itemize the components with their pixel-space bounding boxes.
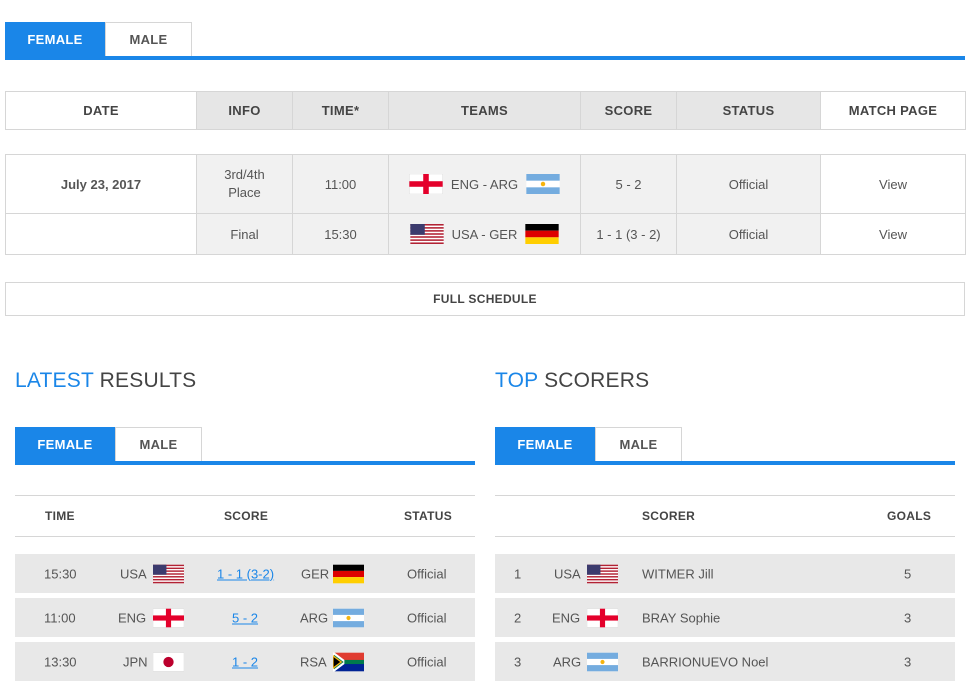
main-gender-tabs: FEMALE MALE [5,22,965,60]
south-africa-flag-icon [333,652,364,671]
england-flag-icon [587,608,618,627]
top-scorers-title: TOP SCORERS [495,369,649,393]
scorer-goals: 5 [904,566,912,581]
match-score-link[interactable]: 5 - 2 [580,154,677,214]
match-score-link[interactable]: 1 - 1 (3 - 2) [580,213,677,255]
result-score-link[interactable]: 5 - 2 [232,610,258,625]
col-goals: GOALS [887,509,932,523]
match-status: Official [676,154,821,214]
col-score[interactable]: SCORE [580,91,677,130]
col-status[interactable]: STATUS [676,91,821,130]
scorer-name: WITMER Jill [642,566,714,581]
match-info: 3rd/4th Place [196,154,293,214]
result-score-link[interactable]: 1 - 1 (3-2) [217,566,274,581]
table-row[interactable]: 13:30 JPN 1 - 2 RSA Official [15,642,475,681]
tab-female[interactable]: FEMALE [5,22,105,56]
col-time[interactable]: TIME* [292,91,389,130]
latest-title-highlight: LATEST [15,369,94,392]
usa-flag-icon [587,564,618,583]
scorer-name: BRAY Sophie [642,610,721,625]
table-row: Final 15:30 USA - GER 1 - 1 (3 - 2) Offi… [5,213,966,255]
germany-flag-icon [333,564,364,583]
scorers-gender-tabs: FEMALE MALE [495,427,955,465]
match-date-empty [5,213,197,255]
match-date: July 23, 2017 [5,154,197,214]
col-scorer: SCORER [642,509,696,523]
table-row: July 23, 2017 3rd/4th Place 11:00 ENG - … [5,154,966,214]
scorer-name: BARRIONUEVO Noel [642,654,769,669]
col-status: STATUS [404,509,453,523]
argentina-flag-icon [333,608,364,627]
home-team: USA [120,566,147,581]
scorer-country: USA [554,566,581,581]
table-row[interactable]: 2 ENG BRAY Sophie 3 [495,598,955,637]
tab-male[interactable]: MALE [595,427,682,461]
scorers-title-rest: SCORERS [544,369,650,392]
usa-flag-icon [410,224,444,244]
tab-female[interactable]: FEMALE [15,427,115,461]
schedule-table: July 23, 2017 3rd/4th Place 11:00 ENG - … [5,154,966,255]
latest-results-title: LATEST RESULTS [15,369,196,393]
latest-gender-tabs: FEMALE MALE [15,427,475,465]
result-time: 11:00 [44,610,76,625]
full-schedule-button[interactable]: FULL SCHEDULE [5,282,965,316]
schedule-header: DATE INFO TIME* TEAMS SCORE STATUS MATCH… [5,91,966,130]
result-score-link[interactable]: 1 - 2 [232,654,258,669]
match-info: Final [196,213,293,255]
away-team: ARG [300,610,329,625]
col-teams[interactable]: TEAMS [388,91,581,130]
england-flag-icon [153,608,184,627]
away-team: RSA [300,654,327,669]
scorer-country: ENG [552,610,581,625]
table-row[interactable]: 3 ARG BARRIONUEVO Noel 3 [495,642,955,681]
latest-title-rest: RESULTS [99,369,197,392]
teams-label: ENG - ARG [450,176,519,192]
tab-male[interactable]: MALE [115,427,202,461]
result-status: Official [407,610,447,625]
match-teams: ENG - ARG [388,154,581,214]
result-status: Official [407,654,447,669]
latest-header: TIME SCORE STATUS [15,495,475,537]
table-row[interactable]: 1 USA WITMER Jill 5 [495,554,955,593]
england-flag-icon [409,174,443,194]
table-row[interactable]: 11:00 ENG 5 - 2 ARG Official [15,598,475,637]
scorer-rank: 1 [514,566,522,581]
scorer-goals: 3 [904,654,912,669]
japan-flag-icon [153,652,184,671]
argentina-flag-icon [526,174,560,194]
match-time: 11:00 [292,154,389,214]
col-score: SCORE [224,509,269,523]
scorer-rank: 2 [514,610,522,625]
germany-flag-icon [525,224,559,244]
home-team: JPN [123,654,148,669]
home-team: ENG [118,610,147,625]
argentina-flag-icon [587,652,618,671]
col-time: TIME [45,509,75,523]
tab-male[interactable]: MALE [105,22,192,56]
result-status: Official [407,566,447,581]
col-info[interactable]: INFO [196,91,293,130]
result-time: 15:30 [44,566,77,581]
match-view-link[interactable]: View [820,213,966,255]
match-view-link[interactable]: View [820,154,966,214]
match-time: 15:30 [292,213,389,255]
scorer-goals: 3 [904,610,912,625]
scorers-title-highlight: TOP [495,369,539,392]
match-teams: USA - GER [388,213,581,255]
match-status: Official [676,213,821,255]
table-row[interactable]: 15:30 USA 1 - 1 (3-2) GER Official [15,554,475,593]
scorer-rank: 3 [514,654,522,669]
usa-flag-icon [153,564,184,583]
tab-female[interactable]: FEMALE [495,427,595,461]
teams-label: USA - GER [451,226,518,242]
col-date[interactable]: DATE [5,91,197,130]
away-team: GER [301,566,330,581]
result-time: 13:30 [44,654,77,669]
scorers-header: SCORER GOALS [495,495,955,537]
col-match-page[interactable]: MATCH PAGE [820,91,966,130]
scorer-country: ARG [553,654,582,669]
